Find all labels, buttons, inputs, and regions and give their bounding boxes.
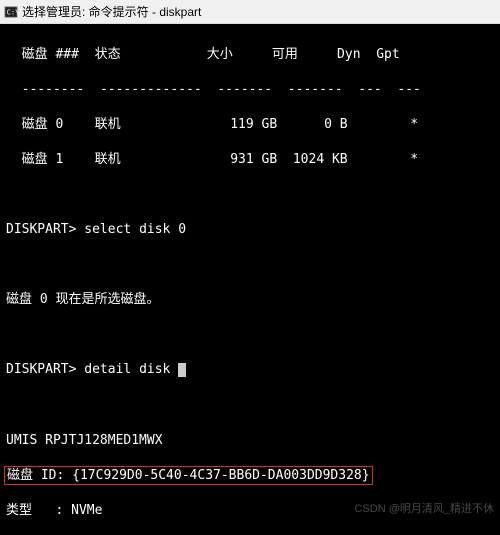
disk-table-divider: -------- ------------- ------- ------- -…: [6, 81, 494, 99]
disk-table-header: 磁盘 ### 状态 大小 可用 Dyn Gpt: [6, 46, 494, 64]
svg-text:C:\: C:\: [7, 8, 18, 16]
blank-line: [6, 396, 494, 414]
table-row: 磁盘 0 联机 119 GB 0 B *: [6, 116, 494, 134]
window-titlebar: C:\ 选择管理员: 命令提示符 - diskpart: [0, 0, 500, 24]
blank-line: [6, 256, 494, 274]
table-row: 磁盘 1 联机 931 GB 1024 KB *: [6, 151, 494, 169]
cursor: [178, 363, 186, 377]
highlight-box: 磁盘 ID: {17C929D0-5C40-4C37-BB6D-DA003DD9…: [4, 466, 373, 486]
cmd-icon: C:\: [4, 5, 18, 19]
disk-model: UMIS RPJTJ128MED1MWX: [6, 432, 494, 450]
prompt-line: DISKPART> select disk 0: [6, 221, 494, 239]
prompt-line: DISKPART> detail disk: [6, 361, 494, 379]
select-confirm: 磁盘 0 现在是所选磁盘。: [6, 291, 494, 309]
blank-line: [6, 186, 494, 204]
window-title: 选择管理员: 命令提示符 - diskpart: [22, 3, 201, 20]
disk-id-line: 磁盘 ID: {17C929D0-5C40-4C37-BB6D-DA003DD9…: [6, 467, 494, 485]
terminal-output[interactable]: 磁盘 ### 状态 大小 可用 Dyn Gpt -------- -------…: [0, 24, 500, 535]
detail-line: 类型 : NVMe: [6, 502, 494, 520]
blank-line: [6, 326, 494, 344]
